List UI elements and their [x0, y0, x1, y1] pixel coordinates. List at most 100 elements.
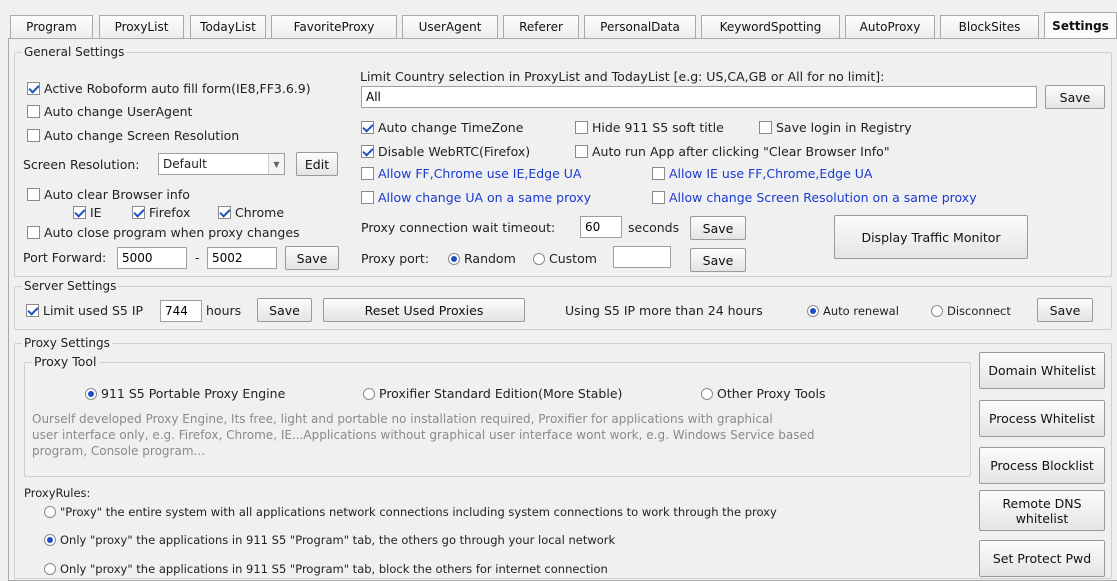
rule1-radio[interactable]: "Proxy" the entire system with all appli…	[44, 505, 777, 519]
firefox-checkbox[interactable]: Firefox	[132, 205, 190, 220]
limit-s5-checkbox[interactable]: Limit used S5 IP	[26, 303, 143, 318]
checkbox-box[interactable]	[218, 206, 231, 219]
port-mode-save-button[interactable]: Save	[690, 248, 746, 272]
checkbox-box[interactable]	[652, 167, 665, 180]
checkbox-box[interactable]	[759, 121, 772, 134]
checkbox-box[interactable]	[27, 188, 40, 201]
checkbox-box[interactable]	[27, 82, 40, 95]
tab-autoproxy[interactable]: AutoProxy	[845, 15, 935, 39]
rule2-radio[interactable]: Only "proxy" the applications in 911 S5 …	[44, 533, 615, 547]
chrome-label: Chrome	[235, 205, 285, 220]
auto-run-checkbox[interactable]: Auto run App after clicking "Clear Brows…	[575, 144, 890, 159]
save-login-checkbox[interactable]: Save login in Registry	[759, 120, 912, 135]
auto-close-checkbox[interactable]: Auto close program when proxy changes	[27, 225, 300, 240]
engine-label: 911 S5 Portable Proxy Engine	[101, 386, 286, 401]
limit-country-input[interactable]	[361, 86, 1037, 108]
disconnect-radio[interactable]: Disconnect	[931, 304, 1011, 318]
custom-radio[interactable]: Custom	[533, 251, 597, 266]
radio-dot[interactable]	[448, 252, 460, 265]
reset-used-proxies-button[interactable]: Reset Used Proxies	[323, 298, 525, 322]
checkbox-box[interactable]	[361, 167, 374, 180]
tab-program[interactable]: Program	[10, 15, 93, 39]
general-settings-title: General Settings	[22, 45, 127, 59]
engine-radio[interactable]: 911 S5 Portable Proxy Engine	[85, 386, 285, 401]
radio-dot[interactable]	[363, 387, 375, 400]
radio-dot[interactable]	[85, 387, 97, 400]
checkbox-box[interactable]	[575, 145, 588, 158]
radio-dot[interactable]	[701, 387, 713, 400]
hours-save-button[interactable]: Save	[257, 298, 312, 322]
limit-country-save-button[interactable]: Save	[1045, 85, 1105, 109]
tab-personaldata[interactable]: PersonalData	[584, 15, 696, 39]
radio-dot[interactable]	[44, 534, 56, 546]
checkbox-box[interactable]	[575, 121, 588, 134]
timeout-input[interactable]	[580, 216, 622, 238]
radio-dot[interactable]	[44, 506, 56, 518]
rule3-radio[interactable]: Only "proxy" the applications in 911 S5 …	[44, 562, 608, 576]
tab-settings[interactable]: Settings	[1044, 12, 1117, 40]
allow-ie-checkbox[interactable]: Allow IE use FF,Chrome,Edge UA	[652, 166, 873, 181]
edit-button[interactable]: Edit	[296, 152, 338, 176]
auto-ua-checkbox[interactable]: Auto change UserAgent	[27, 104, 192, 119]
port-to-input[interactable]	[207, 247, 277, 269]
set-protect-pwd-button[interactable]: Set Protect Pwd	[979, 540, 1105, 577]
other-tools-label: Other Proxy Tools	[717, 386, 826, 401]
checkbox-box[interactable]	[27, 105, 40, 118]
auto-res-checkbox[interactable]: Auto change Screen Resolution	[27, 128, 239, 143]
checkbox-box[interactable]	[361, 121, 374, 134]
timeout-save-button[interactable]: Save	[690, 216, 746, 240]
domain-whitelist-button[interactable]: Domain Whitelist	[979, 352, 1105, 389]
checkbox-box[interactable]	[73, 206, 86, 219]
chrome-checkbox[interactable]: Chrome	[218, 205, 284, 220]
screen-res-select[interactable]: Default ▼	[158, 153, 285, 175]
auto-clear-checkbox[interactable]: Auto clear Browser info	[27, 187, 190, 202]
process-blocklist-button[interactable]: Process Blocklist	[979, 447, 1105, 484]
checkbox-box[interactable]	[652, 191, 665, 204]
tab-keywordspotting[interactable]: KeywordSpotting	[701, 15, 840, 39]
hours-input[interactable]	[160, 300, 202, 322]
radio-dot[interactable]	[533, 252, 545, 265]
proxy-rules-title: ProxyRules:	[24, 486, 91, 500]
random-radio[interactable]: Random	[448, 251, 516, 266]
process-whitelist-button[interactable]: Process Whitelist	[979, 400, 1105, 437]
proxifier-radio[interactable]: Proxifier Standard Edition(More Stable)	[363, 386, 622, 401]
remote-dns-whitelist-button[interactable]: Remote DNS whitelist	[979, 490, 1105, 531]
hours-label: hours	[206, 303, 242, 318]
checkbox-box[interactable]	[27, 129, 40, 142]
tab-referer[interactable]: Referer	[503, 15, 579, 39]
port-save-button[interactable]: Save	[285, 246, 339, 270]
checkbox-box[interactable]	[26, 304, 39, 317]
allow-ff-chrome-checkbox[interactable]: Allow FF,Chrome use IE,Edge UA	[361, 166, 582, 181]
seconds-label: seconds	[628, 220, 680, 235]
tab-blocksites[interactable]: BlockSites	[940, 15, 1039, 39]
other-tools-radio[interactable]: Other Proxy Tools	[701, 386, 825, 401]
checkbox-box[interactable]	[132, 206, 145, 219]
hide-title-checkbox[interactable]: Hide 911 S5 soft title	[575, 120, 724, 135]
ie-checkbox[interactable]: IE	[73, 205, 102, 220]
allow-ua-same-checkbox[interactable]: Allow change UA on a same proxy	[361, 190, 591, 205]
auto-renewal-radio[interactable]: Auto renewal	[807, 304, 899, 318]
remote-dns-line1: Remote DNS	[1002, 495, 1082, 511]
radio-dot[interactable]	[44, 563, 56, 575]
hide-title-label: Hide 911 S5 soft title	[592, 120, 724, 135]
custom-port-input[interactable]	[613, 246, 671, 268]
allow-res-same-checkbox[interactable]: Allow change Screen Resolution on a same…	[652, 190, 977, 205]
checkbox-box[interactable]	[361, 191, 374, 204]
tab-useragent[interactable]: UserAgent	[402, 15, 498, 39]
display-traffic-button[interactable]: Display Traffic Monitor	[834, 215, 1028, 259]
proxy-settings-title: Proxy Settings	[22, 336, 112, 350]
radio-dot[interactable]	[807, 305, 819, 317]
renewal-save-button[interactable]: Save	[1037, 298, 1093, 322]
auto-ua-label: Auto change UserAgent	[44, 104, 193, 119]
roboform-checkbox[interactable]: Active Roboform auto fill form(IE8,FF3.6…	[27, 81, 311, 96]
checkbox-box[interactable]	[27, 226, 40, 239]
tab-favoriteproxy[interactable]: FavoriteProxy	[271, 15, 397, 39]
chevron-down-icon[interactable]: ▼	[268, 154, 284, 174]
tab-todaylist[interactable]: TodayList	[190, 15, 266, 39]
checkbox-box[interactable]	[361, 145, 374, 158]
disable-webrtc-checkbox[interactable]: Disable WebRTC(Firefox)	[361, 144, 530, 159]
tab-proxylist[interactable]: ProxyList	[99, 15, 184, 39]
auto-timezone-checkbox[interactable]: Auto change TimeZone	[361, 120, 523, 135]
port-from-input[interactable]	[117, 247, 187, 269]
radio-dot[interactable]	[931, 305, 943, 317]
